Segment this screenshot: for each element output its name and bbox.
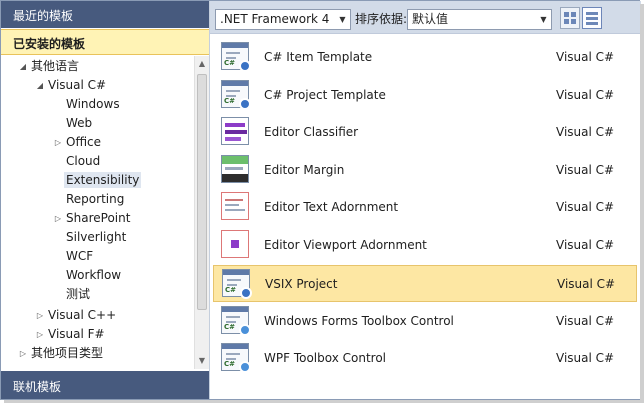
framework-value: .NET Framework 4	[220, 12, 330, 26]
template-name: Windows Forms Toolbox Control	[264, 314, 454, 328]
template-name: Editor Viewport Adornment	[264, 238, 427, 252]
collapse-arrow-icon[interactable]: ◢	[35, 76, 45, 95]
template-name: Editor Margin	[264, 163, 345, 177]
template-language: Visual C#	[556, 88, 615, 102]
list-icon	[586, 12, 598, 15]
template-categories-panel: 最近的模板 已安装的模板 ◢ 其他语言 ◢ Visual C# Windows …	[1, 1, 210, 399]
scrollbar-thumb[interactable]	[197, 74, 207, 310]
collapse-arrow-icon[interactable]: ◢	[18, 57, 28, 76]
item-template-icon: C#	[221, 42, 251, 72]
template-tree: ◢ 其他语言 ◢ Visual C# Windows Web ▷ Office …	[1, 56, 193, 369]
chevron-down-icon[interactable]: ▼	[536, 10, 551, 29]
tree-item-test[interactable]: 测试	[66, 285, 90, 304]
tree-item-other-languages[interactable]: ◢ 其他语言	[20, 57, 79, 76]
scroll-up-arrow-icon[interactable]: ▲	[195, 56, 209, 72]
expand-arrow-icon[interactable]: ▷	[53, 209, 63, 228]
template-row[interactable]: C# C# Item Template Visual C#	[213, 39, 637, 76]
template-language: Visual C#	[556, 351, 615, 365]
template-row[interactable]: Editor Margin Visual C#	[213, 152, 637, 189]
recent-templates-header[interactable]: 最近的模板	[1, 1, 209, 28]
editor-classifier-icon	[221, 117, 251, 147]
expand-arrow-icon[interactable]: ▷	[53, 133, 63, 152]
template-language: Visual C#	[556, 314, 615, 328]
window-shadow-right	[640, 4, 644, 403]
wpf-toolbox-control-icon: C#	[221, 343, 251, 373]
template-row-selected[interactable]: C# VSIX Project Visual C#	[213, 265, 637, 302]
template-name: Editor Text Adornment	[264, 200, 399, 214]
tree-item-office[interactable]: ▷ Office	[55, 133, 101, 152]
tree-item-other-project-types[interactable]: ▷ 其他项目类型	[20, 344, 103, 363]
tree-item-web[interactable]: Web	[66, 114, 92, 133]
template-name: C# Project Template	[264, 88, 386, 102]
template-name: WPF Toolbox Control	[264, 351, 387, 365]
tree-scrollbar[interactable]: ▲ ▼	[194, 56, 209, 369]
online-templates-header[interactable]: 联机模板	[1, 371, 209, 399]
tree-item-extensibility[interactable]: Extensibility	[64, 171, 142, 190]
tree-item-silverlight[interactable]: Silverlight	[66, 228, 126, 247]
template-row[interactable]: C# WPF Toolbox Control Visual C#	[213, 340, 637, 377]
tree-item-workflow[interactable]: Workflow	[66, 266, 121, 285]
templates-panel: .NET Framework 4 ▼ 排序依据: 默认值 ▼ C# C# Ite…	[210, 1, 641, 399]
winforms-toolbox-control-icon: C#	[221, 306, 251, 336]
editor-text-adornment-icon	[221, 192, 251, 222]
template-language: Visual C#	[557, 277, 616, 291]
tree-item-wcf[interactable]: WCF	[66, 247, 93, 266]
expand-arrow-icon[interactable]: ▷	[35, 306, 45, 325]
template-language: Visual C#	[556, 200, 615, 214]
expand-arrow-icon[interactable]: ▷	[18, 344, 28, 363]
tree-item-visual-fsharp[interactable]: ▷ Visual F#	[37, 325, 105, 344]
template-row[interactable]: C# C# Project Template Visual C#	[213, 77, 637, 114]
tree-item-reporting[interactable]: Reporting	[66, 190, 124, 209]
tree-item-sharepoint[interactable]: ▷ SharePoint	[55, 209, 131, 228]
expand-arrow-icon[interactable]: ▷	[35, 325, 45, 344]
sort-by-dropdown[interactable]: 默认值 ▼	[407, 9, 552, 30]
installed-templates-header[interactable]: 已安装的模板	[1, 29, 209, 55]
framework-dropdown[interactable]: .NET Framework 4 ▼	[215, 9, 351, 30]
project-template-icon: C#	[221, 80, 251, 110]
template-row[interactable]: C# Windows Forms Toolbox Control Visual …	[213, 303, 637, 340]
grid-icon	[564, 12, 569, 17]
template-language: Visual C#	[556, 238, 615, 252]
templates-toolbar: .NET Framework 4 ▼ 排序依据: 默认值 ▼	[210, 1, 641, 34]
template-name: Editor Classifier	[264, 125, 359, 139]
template-name: VSIX Project	[265, 277, 338, 291]
medium-icons-view-button[interactable]	[582, 7, 602, 29]
template-row[interactable]: Editor Viewport Adornment Visual C#	[213, 227, 637, 264]
template-language: Visual C#	[556, 163, 615, 177]
template-row[interactable]: Editor Classifier Visual C#	[213, 114, 637, 151]
template-language: Visual C#	[556, 125, 615, 139]
tree-item-visual-csharp[interactable]: ◢ Visual C#	[37, 76, 106, 95]
chevron-down-icon[interactable]: ▼	[335, 10, 350, 29]
editor-margin-icon	[221, 155, 251, 185]
tree-item-windows[interactable]: Windows	[66, 95, 120, 114]
sort-value: 默认值	[412, 12, 449, 26]
template-row[interactable]: Editor Text Adornment Visual C#	[213, 189, 637, 226]
template-language: Visual C#	[556, 50, 615, 64]
tree-item-cloud[interactable]: Cloud	[66, 152, 100, 171]
editor-viewport-adornment-icon	[221, 230, 251, 260]
new-project-dialog: 最近的模板 已安装的模板 ◢ 其他语言 ◢ Visual C# Windows …	[0, 0, 641, 400]
vsix-project-icon: C#	[222, 269, 252, 299]
scroll-down-arrow-icon[interactable]: ▼	[195, 353, 209, 369]
small-icons-view-button[interactable]	[560, 7, 580, 29]
template-name: C# Item Template	[264, 50, 373, 64]
sort-by-label: 排序依据:	[355, 12, 408, 26]
tree-item-visual-cpp[interactable]: ▷ Visual C++	[37, 306, 116, 325]
